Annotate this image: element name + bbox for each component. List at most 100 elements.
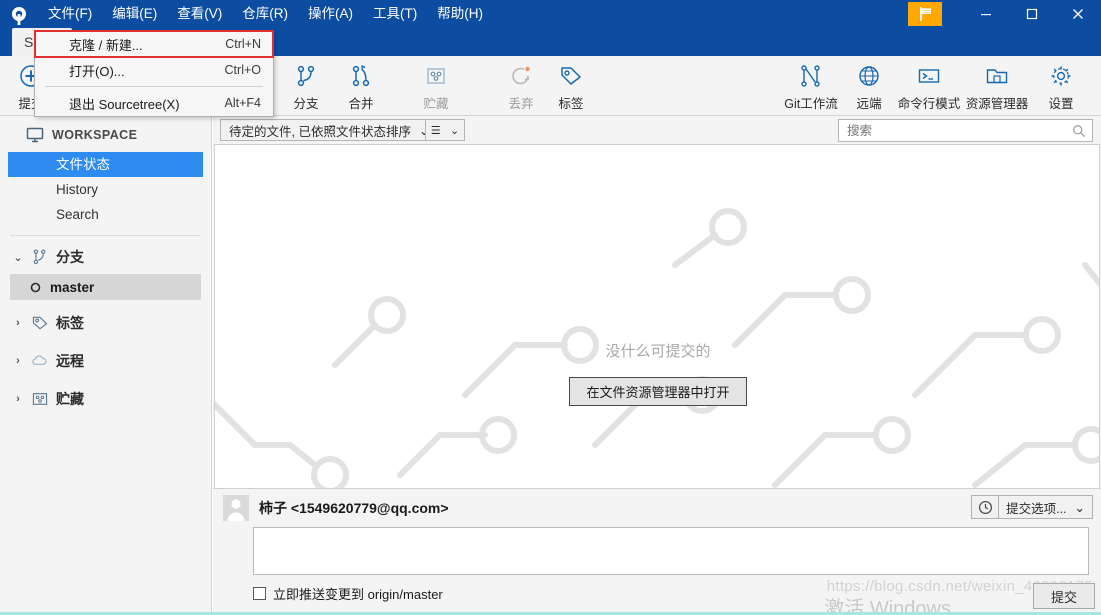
terminal-icon — [916, 62, 942, 90]
menu-item-open-label: 打开(O)... — [69, 63, 125, 79]
search-icon — [1073, 124, 1086, 137]
toolbar-branch[interactable]: 分支 — [275, 62, 337, 114]
toolbar-gitflow-label: Git工作流 — [784, 97, 838, 111]
menu-item-open[interactable]: 打开(O)... Ctrl+O — [35, 57, 273, 83]
close-button[interactable] — [1055, 0, 1101, 28]
menu-help[interactable]: 帮助(H) — [427, 0, 493, 28]
sidebar-workspace-label: WORKSPACE — [52, 128, 138, 142]
sidebar-branch-master-label: master — [50, 279, 95, 295]
sidebar: WORKSPACE 文件状态 History Search ⌄ 分支 maste… — [0, 116, 212, 615]
minimize-button[interactable] — [963, 0, 1009, 28]
sidebar-workspace-header[interactable]: WORKSPACE — [0, 116, 211, 152]
sidebar-group-branches-label: 分支 — [56, 249, 84, 265]
maximize-icon — [1026, 8, 1038, 20]
toolbar-branch-label: 分支 — [293, 97, 319, 111]
toolbar-gitflow[interactable]: Git工作流 — [775, 62, 847, 114]
sidebar-group-remotes-label: 远程 — [56, 353, 84, 369]
toolbar-explorer[interactable]: 资源管理器 — [958, 62, 1036, 114]
toolbar-merge-label: 合并 — [348, 97, 374, 111]
branch-icon — [293, 62, 319, 90]
close-icon — [1073, 9, 1083, 19]
toolbar-settings-label: 设置 — [1048, 97, 1074, 111]
chevron-right-icon: › — [16, 393, 20, 405]
commit-author-label: 柿子 <1549620779@qq.com> — [259, 500, 449, 516]
menu-file[interactable]: 文件(F) — [38, 0, 103, 28]
gitflow-icon — [798, 62, 824, 90]
sidebar-group-stashes-label: 贮藏 — [56, 391, 84, 407]
menu-item-exit-accel: Alt+F4 — [224, 96, 261, 110]
toolbar-remote-label: 远端 — [856, 97, 882, 111]
minimize-icon — [981, 14, 991, 16]
chevron-down-icon: ⌄ — [1074, 500, 1085, 515]
sidebar-item-file-status[interactable]: 文件状态 — [8, 152, 203, 177]
chevron-down-icon: ⌄ — [450, 124, 460, 137]
menu-item-open-accel: Ctrl+O — [224, 63, 261, 77]
avatar — [223, 495, 249, 521]
sidebar-branch-master[interactable]: master — [10, 274, 201, 300]
tag-icon — [32, 316, 48, 330]
menu-repository[interactable]: 仓库(R) — [232, 0, 298, 28]
stash-icon — [423, 62, 449, 90]
empty-state-message: 没什么可提交的 — [605, 342, 711, 360]
search-box[interactable] — [838, 119, 1093, 142]
folder-icon — [984, 62, 1010, 90]
toolbar-stash[interactable]: 贮藏 — [405, 62, 467, 114]
filter-bar: 待定的文件, 已依照文件状态排序 ⌄ ☰ ⌄ — [213, 116, 1101, 144]
menu-item-clone-new[interactable]: 克隆 / 新建... Ctrl+N — [34, 30, 274, 58]
view-mode-select[interactable]: ☰ ⌄ — [425, 119, 465, 141]
toolbar-settings[interactable]: 设置 — [1030, 62, 1092, 114]
sidebar-item-search[interactable]: Search — [0, 202, 211, 227]
menu-item-clone-new-accel: Ctrl+N — [225, 37, 261, 51]
tag-icon — [558, 62, 584, 90]
globe-icon — [856, 62, 882, 90]
commit-history-button[interactable] — [971, 495, 999, 519]
commit-author-row: 柿子 <1549620779@qq.com> — [223, 495, 449, 521]
menu-view[interactable]: 查看(V) — [167, 0, 232, 28]
commit-panel: 柿子 <1549620779@qq.com> 提交选项... ⌄ 立即推送变更到… — [213, 488, 1101, 615]
monitor-icon — [26, 127, 44, 143]
open-in-explorer-button[interactable]: 在文件资源管理器中打开 — [569, 376, 747, 406]
search-input[interactable] — [847, 123, 1072, 138]
menu-item-exit[interactable]: 退出 Sourcetree(X) Alt+F4 — [35, 90, 273, 116]
sidebar-group-stashes[interactable]: › 贮藏 — [0, 384, 211, 414]
sidebar-divider — [10, 235, 201, 236]
sidebar-group-remotes[interactable]: › 远程 — [0, 346, 211, 376]
flag-button[interactable] — [908, 2, 942, 26]
file-filter-select-label: 待定的文件, 已依照文件状态排序 — [229, 124, 411, 139]
discard-icon — [508, 62, 534, 90]
sidebar-group-branches[interactable]: ⌄ 分支 — [0, 242, 211, 272]
commit-options-dropdown[interactable]: 提交选项... ⌄ — [998, 495, 1093, 519]
menu-item-exit-label: 退出 Sourcetree(X) — [69, 96, 180, 112]
file-menu-dropdown[interactable]: 克隆 / 新建... Ctrl+N 打开(O)... Ctrl+O 退出 Sou… — [34, 30, 274, 117]
menu-edit[interactable]: 编辑(E) — [102, 0, 167, 28]
toolbar-merge[interactable]: 合并 — [330, 62, 392, 114]
commit-button[interactable]: 提交 — [1033, 583, 1095, 609]
chevron-right-icon: › — [16, 317, 20, 329]
file-filter-select[interactable]: 待定的文件, 已依照文件状态排序 ⌄ — [220, 119, 437, 141]
menu-item-clone-new-label: 克隆 / 新建... — [69, 37, 143, 53]
maximize-button[interactable] — [1009, 0, 1055, 28]
push-changes-checkbox[interactable] — [253, 587, 266, 600]
avatar-icon — [227, 499, 245, 521]
clock-icon — [978, 500, 992, 514]
toolbar-tag[interactable]: 标签 — [540, 62, 602, 114]
merge-icon — [348, 62, 374, 90]
sidebar-item-history[interactable]: History — [0, 177, 211, 202]
push-changes-row[interactable]: 立即推送变更到 origin/master — [253, 584, 443, 603]
menu-actions[interactable]: 操作(A) — [298, 0, 363, 28]
toolbar-terminal[interactable]: 命令行模式 — [890, 62, 968, 114]
flag-icon — [920, 7, 931, 21]
chevron-right-icon: › — [16, 355, 20, 367]
commit-message-input[interactable] — [253, 527, 1089, 575]
menu-tools[interactable]: 工具(T) — [363, 0, 427, 28]
list-view-icon: ☰ — [430, 124, 441, 137]
sourcetree-logo-icon — [12, 7, 26, 25]
cloud-icon — [32, 355, 47, 365]
sidebar-group-tags[interactable]: › 标签 — [0, 308, 211, 338]
push-changes-label: 立即推送变更到 origin/master — [273, 587, 443, 602]
gear-icon — [1048, 62, 1074, 90]
stash-icon — [32, 393, 48, 405]
sourcetree-window: 文件(F) 编辑(E) 查看(V) 仓库(R) 操作(A) 工具(T) 帮助(H… — [0, 0, 1101, 615]
window-controls — [963, 0, 1101, 28]
toolbar-explorer-label: 资源管理器 — [965, 97, 1029, 111]
